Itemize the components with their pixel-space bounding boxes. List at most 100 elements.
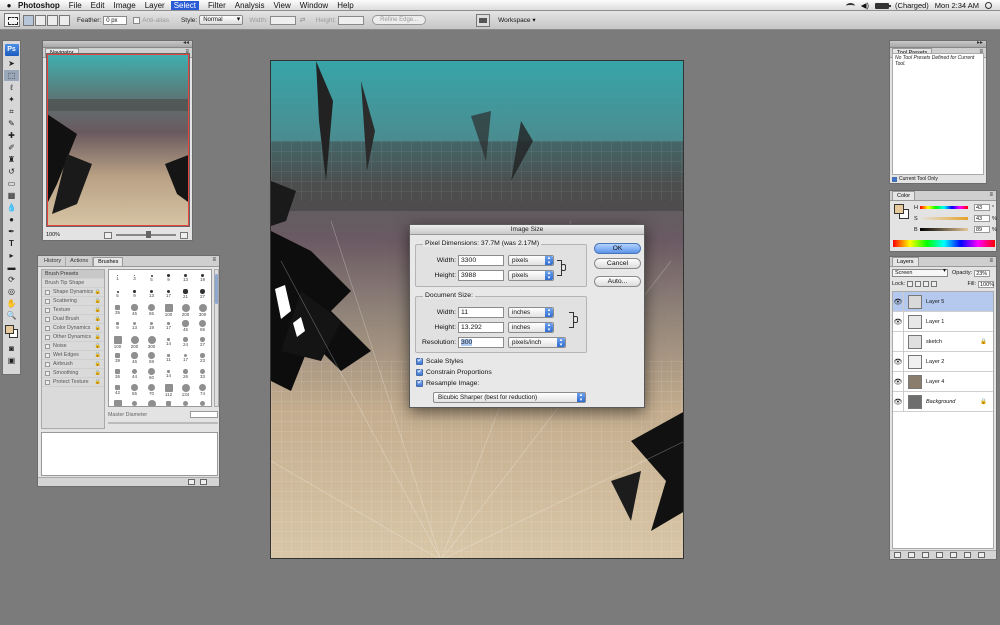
brush-preset[interactable]: 44 xyxy=(126,366,143,382)
constrain-proportions-checkbox[interactable] xyxy=(416,367,423,376)
brush-grid-scrollbar[interactable] xyxy=(214,269,219,407)
brush-preset[interactable]: 36 xyxy=(160,398,177,406)
tab-history[interactable]: History xyxy=(40,257,67,266)
brush-option-checkbox[interactable] xyxy=(45,325,50,331)
link-layers-icon[interactable] xyxy=(894,552,901,558)
width-input[interactable] xyxy=(269,15,296,25)
color-swatches[interactable] xyxy=(4,324,19,340)
zoom-in-icon[interactable] xyxy=(180,231,188,239)
menu-file[interactable]: File xyxy=(69,1,82,10)
screen-mode-icon[interactable]: ▣ xyxy=(4,355,19,366)
clone-stamp-tool-icon[interactable]: ♜ xyxy=(4,154,19,165)
layer-row[interactable]: 👁 Layer 2 xyxy=(893,351,993,372)
pen-tool-icon[interactable]: ✒ xyxy=(4,226,19,237)
pixel-height-input[interactable]: 3988 xyxy=(458,270,504,281)
brush-preset[interactable]: 200 xyxy=(177,302,194,318)
brush-preset[interactable]: 13 xyxy=(126,318,143,334)
brush-option-checkbox[interactable] xyxy=(45,352,50,358)
brush-option-checkbox[interactable] xyxy=(45,289,50,295)
scroll-thumb[interactable] xyxy=(215,274,218,304)
current-tool-only-checkbox[interactable] xyxy=(892,176,897,182)
brush-preset[interactable]: 42 xyxy=(109,382,126,398)
add-selection-icon[interactable] xyxy=(35,14,46,26)
volume-icon[interactable]: ◀) xyxy=(861,1,869,10)
brush-option-checkbox[interactable] xyxy=(45,334,50,340)
scale-styles-checkbox[interactable] xyxy=(416,356,423,365)
menu-select[interactable]: Select xyxy=(170,0,199,10)
brush-preset[interactable]: 5 xyxy=(109,286,126,302)
brush-preset[interactable]: 17 xyxy=(160,318,177,334)
lock-pixels-icon[interactable] xyxy=(915,281,922,287)
brush-preset[interactable]: 21 xyxy=(177,286,194,302)
tool-preset-picker[interactable] xyxy=(4,13,20,27)
brush-preset[interactable]: 27 xyxy=(194,334,211,350)
brush-preset[interactable]: 46 xyxy=(126,350,143,366)
brush-preset[interactable]: 17 xyxy=(177,350,194,366)
eye-icon[interactable]: 👁 xyxy=(893,391,904,412)
color-spectrum-bar[interactable] xyxy=(893,240,995,247)
zoom-slider[interactable] xyxy=(116,231,176,238)
brush-preset[interactable]: 19 xyxy=(194,270,211,286)
eraser-tool-icon[interactable]: ▭ xyxy=(4,178,19,189)
brush-preset[interactable]: 60 xyxy=(143,366,160,382)
auto-button[interactable]: Auto... xyxy=(594,276,641,287)
workspace-menu[interactable]: Workspace ▾ xyxy=(498,16,535,24)
brush-preset[interactable]: 13 xyxy=(143,286,160,302)
magic-wand-tool-icon[interactable]: ✦ xyxy=(4,94,19,105)
brightness-slider[interactable] xyxy=(920,228,968,231)
resample-method-select[interactable]: Bicubic Sharper (best for reduction) ▴ ▾ xyxy=(433,392,586,403)
zoom-out-icon[interactable] xyxy=(104,231,112,239)
wifi-icon[interactable] xyxy=(845,2,855,9)
layer-row[interactable]: sketch 🔒 xyxy=(893,331,993,352)
lock-icon[interactable]: 🔒 xyxy=(95,333,101,342)
panel-header[interactable]: ◂◂ xyxy=(43,40,192,48)
menu-view[interactable]: View xyxy=(274,1,291,10)
brightness-input[interactable]: 89 xyxy=(974,226,990,233)
brush-preset[interactable]: 65 xyxy=(143,302,160,318)
eye-icon[interactable]: 👁 xyxy=(893,351,904,372)
brush-preset[interactable]: 1 xyxy=(109,270,126,286)
menu-filter[interactable]: Filter xyxy=(208,1,226,10)
color-fg-bg-swatches[interactable] xyxy=(894,204,910,220)
brush-preset[interactable]: 134 xyxy=(177,382,194,398)
brush-option-checkbox[interactable] xyxy=(45,361,50,367)
3d-rotate-tool-icon[interactable]: ⟳ xyxy=(4,274,19,285)
panel-well-icon[interactable] xyxy=(476,13,491,27)
current-tool-only-row[interactable]: Current Tool Only xyxy=(892,176,938,182)
antialias-checkbox[interactable] xyxy=(133,16,141,24)
brush-preset[interactable]: 65 xyxy=(194,318,211,334)
lock-icon[interactable]: 🔒 xyxy=(95,297,101,306)
type-tool-icon[interactable]: T xyxy=(4,238,19,249)
resample-image-checkbox[interactable] xyxy=(416,378,423,387)
brush-preset[interactable]: 55 xyxy=(126,382,143,398)
brush-preset[interactable]: 5 xyxy=(143,270,160,286)
navigator-view-box[interactable] xyxy=(47,54,189,226)
brush-preset[interactable]: 35 xyxy=(109,302,126,318)
app-menu[interactable]: Photoshop xyxy=(18,1,60,10)
doc-height-unit-select[interactable]: inches ▴ ▾ xyxy=(508,322,554,333)
brush-option-row[interactable]: Protect Texture 🔒 xyxy=(42,378,104,387)
brush-preset[interactable]: 112 xyxy=(160,382,177,398)
menu-window[interactable]: Window xyxy=(300,1,328,10)
brush-preset[interactable]: 9 xyxy=(126,286,143,302)
navigator-preview[interactable] xyxy=(46,53,190,227)
constrain-proportions-row[interactable]: Constrain Proportions xyxy=(416,367,492,377)
apple-menu-icon[interactable]: ● xyxy=(0,1,18,10)
resample-image-row[interactable]: Resample Image: xyxy=(416,378,479,388)
brush-preset[interactable]: 74 xyxy=(194,382,211,398)
brush-preset[interactable]: 9 xyxy=(109,318,126,334)
marquee-tool-icon[interactable]: ⬚ xyxy=(4,70,19,81)
brush-preset[interactable]: 95 xyxy=(109,398,126,406)
tab-brushes[interactable]: Brushes xyxy=(93,257,124,266)
lock-position-icon[interactable] xyxy=(923,281,930,287)
brush-option-checkbox[interactable] xyxy=(45,379,50,385)
tab-actions[interactable]: Actions xyxy=(66,257,94,266)
ps-logo-icon[interactable]: Ps xyxy=(4,44,19,56)
foreground-color-swatch[interactable] xyxy=(5,325,14,334)
menu-layer[interactable]: Layer xyxy=(145,1,165,10)
gradient-tool-icon[interactable]: ▦ xyxy=(4,190,19,201)
tab-layers[interactable]: Layers xyxy=(892,257,919,266)
brush-preset[interactable]: 14 xyxy=(160,334,177,350)
subtract-selection-icon[interactable] xyxy=(47,14,58,26)
blur-tool-icon[interactable]: 💧 xyxy=(4,202,19,213)
